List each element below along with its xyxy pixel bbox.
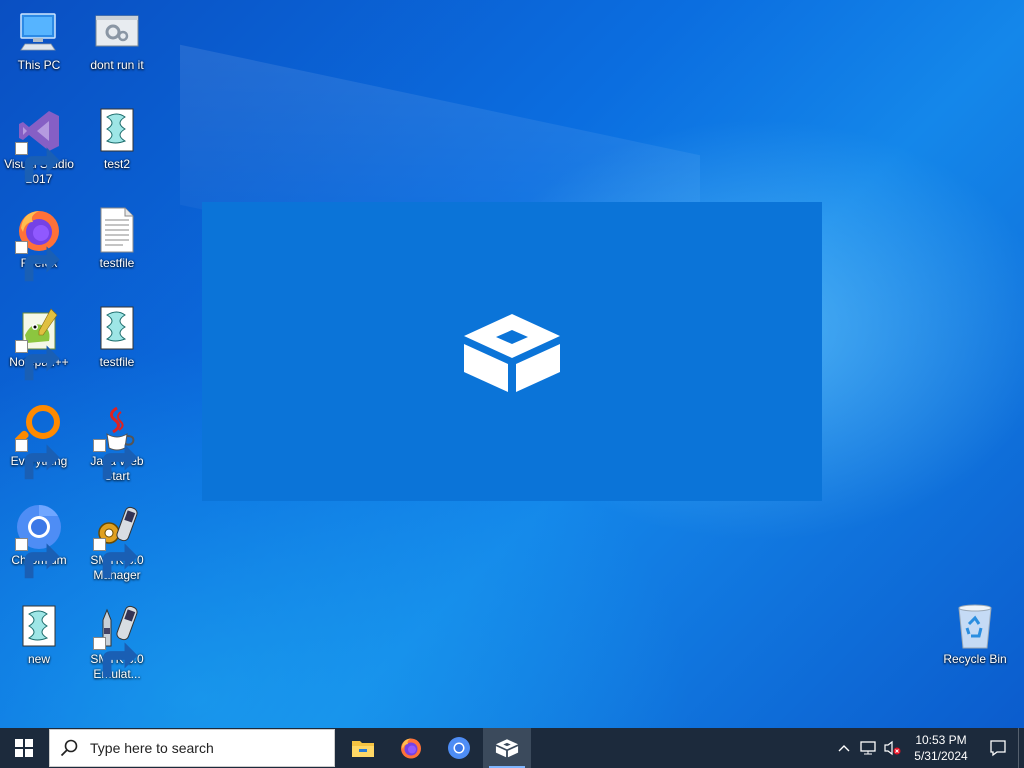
- windows-logo-icon: [15, 739, 33, 757]
- chevron-up-icon: [838, 745, 850, 752]
- action-center-button[interactable]: [978, 728, 1018, 768]
- shortcut-arrow-icon: [15, 538, 60, 579]
- desktop-icon-firefox[interactable]: Firefox: [0, 206, 78, 282]
- search-icon: [60, 739, 82, 757]
- sandbox-box-icon: [464, 314, 560, 392]
- desktop-icon-java-web-start[interactable]: Java Web Start: [78, 404, 156, 484]
- smtk-manager-icon: [93, 503, 141, 579]
- shortcut-arrow-icon: [15, 241, 60, 282]
- notification-icon: [990, 740, 1006, 757]
- show-desktop-button[interactable]: [1018, 728, 1024, 768]
- script-icon: [93, 107, 141, 155]
- desktop-icon-label: dont run it: [90, 58, 144, 72]
- notepadpp-icon: [15, 305, 63, 381]
- shortcut-arrow-icon: [93, 637, 138, 678]
- clock-date: 5/31/2024: [914, 749, 968, 763]
- taskbar-search-box[interactable]: Type here to search: [49, 729, 335, 767]
- shortcut-arrow-icon: [93, 538, 138, 579]
- shortcut-arrow-icon: [15, 340, 60, 381]
- desktop-icon-smtk-manager[interactable]: SMTK 3.0 Manager: [78, 503, 156, 583]
- desktop-icon-smtk-emulator[interactable]: SMTK 3.0 Emulat...: [78, 602, 156, 682]
- sandbox-splash-window: [202, 202, 822, 501]
- taskbar-chromium[interactable]: [435, 728, 483, 768]
- taskbar-firefox[interactable]: [387, 728, 435, 768]
- java-icon: [93, 404, 141, 480]
- firefox-icon: [15, 206, 63, 282]
- desktop-icon-testfile-script[interactable]: testfile: [78, 305, 156, 370]
- desktop-icon-recycle-bin[interactable]: Recycle Bin: [936, 602, 1014, 667]
- everything-search-icon: [15, 404, 63, 480]
- chromium-icon: [15, 503, 63, 579]
- script-icon: [15, 602, 63, 650]
- recycle-bin-icon: [951, 602, 999, 650]
- taskbar-file-explorer[interactable]: [339, 728, 387, 768]
- start-button[interactable]: [0, 728, 48, 768]
- chromium-icon: [448, 737, 470, 759]
- desktop-icon-everything[interactable]: Everything: [0, 404, 78, 480]
- desktop-icon-testfile-text[interactable]: testfile: [78, 206, 156, 271]
- desktop-icon-label: Recycle Bin: [943, 652, 1007, 666]
- show-hidden-icons-button[interactable]: [832, 728, 856, 768]
- desktop-icon-notepadpp[interactable]: Notepad++: [0, 305, 78, 381]
- system-tray: 10:53 PM 5/31/2024: [832, 728, 1024, 768]
- taskbar-sandbox[interactable]: [483, 728, 531, 768]
- desktop-icon-test2[interactable]: test2: [78, 107, 156, 172]
- desktop[interactable]: This PC Visual Studio 2017 Firefox Notep…: [0, 0, 1024, 728]
- shortcut-arrow-icon: [93, 439, 138, 480]
- computer-icon: [15, 8, 63, 56]
- shortcut-arrow-icon: [15, 439, 60, 480]
- volume-button[interactable]: [880, 728, 904, 768]
- desktop-icon-chromium[interactable]: Chromium: [0, 503, 78, 579]
- gear-window-icon: [93, 8, 141, 56]
- visual-studio-icon: [15, 107, 63, 183]
- desktop-icon-label: test2: [103, 157, 130, 171]
- desktop-icon-label: new: [27, 652, 50, 666]
- desktop-icon-label: testfile: [99, 256, 135, 270]
- volume-muted-icon: [884, 740, 901, 756]
- desktop-icon-this-pc[interactable]: This PC: [0, 8, 78, 73]
- desktop-icon-dont-run-it[interactable]: dont run it: [78, 8, 156, 73]
- desktop-icon-visual-studio-2017[interactable]: Visual Studio 2017: [0, 107, 78, 187]
- smtk-emulator-icon: [93, 602, 141, 678]
- desktop-icon-new[interactable]: new: [0, 602, 78, 667]
- text-file-icon: [93, 206, 141, 254]
- search-placeholder: Type here to search: [90, 740, 214, 756]
- shortcut-arrow-icon: [15, 142, 60, 183]
- taskbar: Type here to search 10:53 PM 5/31/2024: [0, 728, 1024, 768]
- network-icon: [860, 741, 876, 755]
- sandbox-icon: [495, 739, 519, 758]
- network-status-button[interactable]: [856, 728, 880, 768]
- script-icon: [93, 305, 141, 353]
- firefox-icon: [401, 738, 421, 759]
- file-explorer-icon: [352, 741, 374, 757]
- clock[interactable]: 10:53 PM 5/31/2024: [904, 732, 978, 764]
- desktop-icon-label: testfile: [99, 355, 135, 369]
- desktop-icon-label: This PC: [17, 58, 61, 72]
- clock-time: 10:53 PM: [915, 733, 967, 747]
